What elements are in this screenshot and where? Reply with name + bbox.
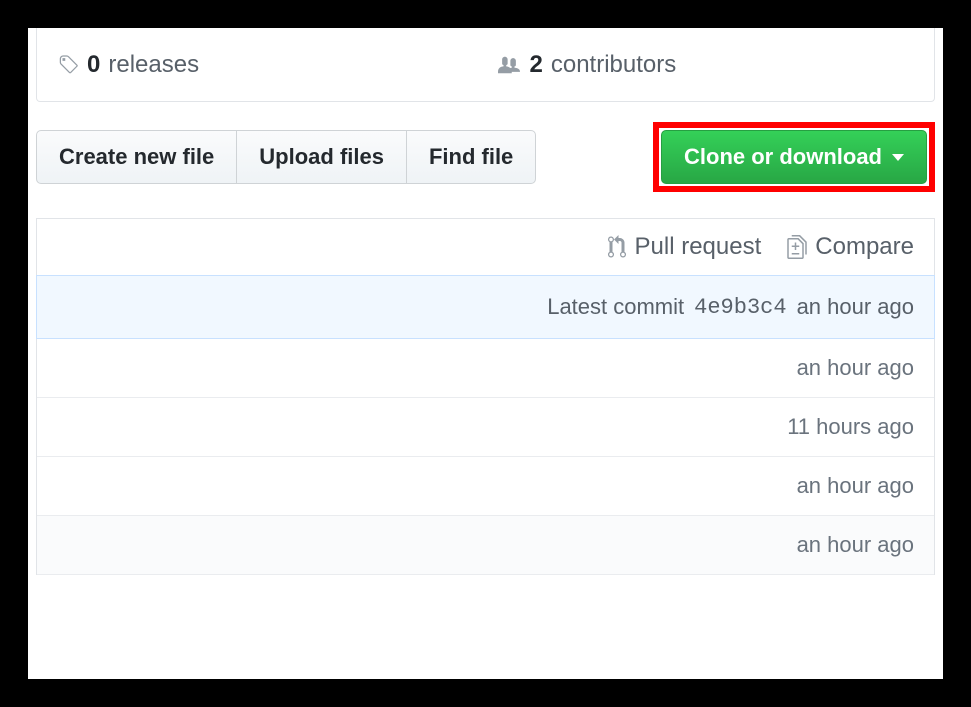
contributors-link[interactable]: 2 contributors: [476, 51, 915, 79]
file-time: an hour ago: [797, 473, 914, 499]
diff-icon: [787, 235, 807, 259]
clone-download-label: Clone or download: [684, 144, 882, 170]
file-row[interactable]: an hour ago: [37, 339, 934, 398]
compare-bar: Pull request Compare: [36, 218, 935, 275]
repo-panel: 0 releases 2 contributors Create new fil…: [28, 28, 943, 679]
releases-link[interactable]: 0 releases: [57, 51, 476, 79]
file-row[interactable]: an hour ago: [37, 516, 934, 575]
file-actions-bar: Create new file Upload files Find file C…: [28, 102, 943, 218]
file-time: an hour ago: [797, 355, 914, 381]
repo-stats-bar: 0 releases 2 contributors: [36, 28, 935, 102]
contributors-count: 2: [530, 51, 543, 79]
file-action-group: Create new file Upload files Find file: [36, 130, 536, 184]
releases-count: 0: [87, 51, 100, 79]
upload-files-button[interactable]: Upload files: [236, 130, 407, 184]
clone-highlight: Clone or download: [653, 122, 935, 192]
people-icon: [496, 54, 522, 76]
commit-time: an hour ago: [797, 294, 914, 320]
compare-label: Compare: [815, 233, 914, 261]
pull-request-link[interactable]: Pull request: [607, 233, 762, 261]
find-file-button[interactable]: Find file: [406, 130, 536, 184]
latest-commit-bar: Latest commit 4e9b3c4 an hour ago: [36, 275, 935, 339]
latest-commit-prefix: Latest commit: [547, 294, 684, 320]
file-list: an hour ago 11 hours ago an hour ago an …: [36, 339, 935, 575]
file-time: an hour ago: [797, 532, 914, 558]
compare-link[interactable]: Compare: [787, 233, 914, 261]
create-new-file-button[interactable]: Create new file: [36, 130, 237, 184]
contributors-label: contributors: [551, 51, 676, 79]
commit-sha[interactable]: 4e9b3c4: [694, 295, 786, 320]
file-row[interactable]: 11 hours ago: [37, 398, 934, 457]
releases-label: releases: [108, 51, 199, 79]
file-row[interactable]: an hour ago: [37, 457, 934, 516]
clone-download-button[interactable]: Clone or download: [661, 130, 927, 184]
git-pull-request-icon: [607, 235, 627, 259]
tag-icon: [57, 54, 79, 76]
file-time: 11 hours ago: [787, 414, 914, 440]
pull-request-label: Pull request: [635, 233, 762, 261]
caret-down-icon: [892, 154, 904, 161]
